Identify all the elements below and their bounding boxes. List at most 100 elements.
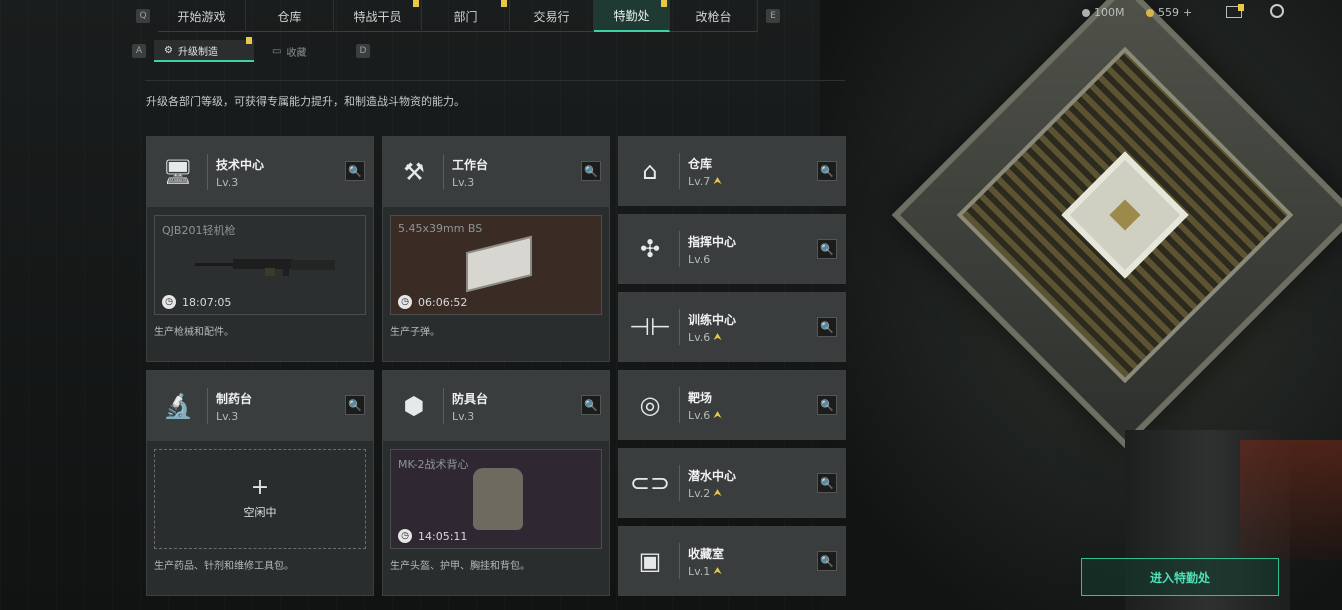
station-level: Lv.3 (216, 175, 239, 189)
coin-resource[interactable]: 559 + (1146, 6, 1192, 19)
nav-next-key[interactable]: E (766, 9, 780, 23)
top-tabs: 开始游戏 仓库 特战干员 部门 交易行 特勤处 改枪台 (158, 0, 758, 32)
tab-1[interactable]: 仓库 (246, 0, 334, 32)
vest-image (473, 468, 523, 530)
tab-3[interactable]: 部门 (422, 0, 510, 32)
station-name: 工作台 (452, 157, 489, 172)
silver-amount: 100M (1094, 6, 1125, 19)
red-glow-art (1240, 440, 1342, 560)
production-slot[interactable]: 5.45x39mm BS ◷ 06:06:52 (390, 215, 602, 315)
station-card-tech[interactable]: 🖥 技术中心 Lv.3 🔍 QJB201轻机枪 ◷ 18:07:05 生产枪械和… (146, 136, 374, 362)
subtab-collection[interactable]: ▭ 收藏 (262, 40, 348, 62)
station-description: 生产枪械和配件。 (154, 327, 234, 338)
product-name: QJB201轻机枪 (162, 224, 236, 237)
station-level: Lv.3 (216, 409, 239, 423)
station-name: 防具台 (452, 391, 489, 406)
tab-2[interactable]: 特战干员 (334, 0, 422, 32)
coin-amount: 559 (1158, 6, 1179, 19)
notification-flag (501, 0, 507, 7)
station-card-workbench[interactable]: ⚒ 工作台 Lv.3 🔍 5.45x39mm BS ◷ 06:06:52 生产子… (382, 136, 610, 362)
tab-label: 特战干员 (353, 9, 402, 24)
mail-flag (1238, 4, 1244, 11)
room-card[interactable]: ⊣⊢ 训练中心 Lv.6 ⮝ 🔍 (618, 292, 846, 362)
tab-label: 特勤处 (613, 8, 650, 23)
cubes-icon: ⬢ (403, 392, 425, 420)
machine-gun-image (195, 259, 335, 276)
silver-icon (1082, 8, 1090, 17)
tab-5[interactable]: 特勤处 (594, 0, 670, 32)
room-card[interactable]: ✣ 指挥中心 Lv.6 🔍 (618, 214, 846, 284)
notification-flag (661, 0, 667, 7)
goggles-icon: ⊂⊃ (629, 469, 671, 497)
ammo-box-image (466, 235, 532, 293)
nav-prev-key[interactable]: Q (136, 9, 150, 23)
upgrade-arrow-icon: ⮝ (713, 409, 722, 421)
upgrade-arrow-icon: ⮝ (713, 565, 722, 577)
room-level: Lv.6 ⮝ (688, 330, 722, 344)
subtab-upgrade[interactable]: ⚙ 升级制造 (154, 37, 254, 62)
station-description: 生产头盔、护甲、胸挂和背包。 (390, 561, 530, 572)
subtab-flag (246, 37, 252, 44)
enter-special-ops-button[interactable]: 进入特勤处 (1081, 558, 1279, 596)
station-card-pharmacy[interactable]: 🔬 制药台 Lv.3 🔍 + 空闲中 生产药品、针剂和维修工具包。 (146, 370, 374, 596)
divider (145, 80, 845, 81)
coin-icon (1146, 8, 1154, 17)
room-name: 指挥中心 (688, 234, 737, 249)
sub-prev-key[interactable]: A (132, 44, 146, 58)
room-level: Lv.6 ⮝ (688, 408, 722, 422)
command-icon: ✣ (639, 235, 661, 263)
product-name: 5.45x39mm BS (398, 222, 483, 235)
settings-icon[interactable] (1270, 4, 1284, 18)
search-icon[interactable]: 🔍 (581, 161, 601, 181)
room-card[interactable]: ◎ 靶场 Lv.6 ⮝ 🔍 (618, 370, 846, 440)
search-icon[interactable]: 🔍 (817, 239, 837, 259)
search-icon[interactable]: 🔍 (345, 395, 365, 415)
search-icon[interactable]: 🔍 (817, 473, 837, 493)
idle-label: 空闲中 (243, 506, 277, 519)
room-level: Lv.6 (688, 252, 711, 266)
notification-flag (413, 0, 419, 7)
room-level: Lv.7 ⮝ (688, 174, 722, 188)
room-card[interactable]: ⌂ 仓库 Lv.7 ⮝ 🔍 (618, 136, 846, 206)
room-card[interactable]: ▣ 收藏室 Lv.1 ⮝ 🔍 (618, 526, 846, 596)
clock-icon: ◷ (398, 529, 412, 543)
warehouse-icon: ⌂ (642, 157, 658, 185)
subtab-collection-label: 收藏 (286, 47, 307, 59)
production-timer: ◷ 14:05:11 (398, 529, 467, 543)
search-icon[interactable]: 🔍 (817, 551, 837, 571)
tab-label: 部门 (453, 9, 478, 24)
collection-tab-icon: ▭ (272, 45, 282, 57)
tab-6[interactable]: 改枪台 (670, 0, 758, 32)
room-name: 潜水中心 (688, 468, 737, 483)
room-card[interactable]: ⊂⊃ 潜水中心 Lv.2 ⮝ 🔍 (618, 448, 846, 518)
plus-icon: + (250, 475, 270, 500)
tab-label: 交易行 (533, 9, 570, 24)
gear-icon: ⚙ (164, 44, 173, 56)
subtab-upgrade-label: 升级制造 (177, 46, 218, 58)
upgrade-arrow-icon: ⮝ (713, 331, 722, 343)
clock-icon: ◷ (398, 295, 412, 309)
station-level: Lv.3 (452, 175, 475, 189)
tab-0[interactable]: 开始游戏 (158, 0, 246, 32)
target-icon: ◎ (639, 391, 661, 419)
upgrade-arrow-icon: ⮝ (713, 487, 722, 499)
tab-4[interactable]: 交易行 (510, 0, 594, 32)
production-timer: ◷ 18:07:05 (162, 295, 231, 309)
station-name: 技术中心 (216, 157, 265, 172)
search-icon[interactable]: 🔍 (345, 161, 365, 181)
room-name: 靶场 (688, 390, 713, 405)
search-icon[interactable]: 🔍 (817, 161, 837, 181)
station-description: 生产药品、针剂和维修工具包。 (154, 561, 294, 572)
search-icon[interactable]: 🔍 (581, 395, 601, 415)
tab-label: 仓库 (277, 9, 302, 24)
search-icon[interactable]: 🔍 (817, 395, 837, 415)
sub-next-key[interactable]: D (356, 44, 370, 58)
idle-production-slot[interactable]: + 空闲中 (154, 449, 366, 549)
room-name: 训练中心 (688, 312, 737, 327)
production-slot[interactable]: QJB201轻机枪 ◷ 18:07:05 (154, 215, 366, 315)
add-coin-icon[interactable]: + (1183, 6, 1192, 19)
room-level: Lv.1 ⮝ (688, 564, 722, 578)
production-slot[interactable]: MK-2战术背心 ◷ 14:05:11 (390, 449, 602, 549)
search-icon[interactable]: 🔍 (817, 317, 837, 337)
station-card-armor[interactable]: ⬢ 防具台 Lv.3 🔍 MK-2战术背心 ◷ 14:05:11 生产头盔、护甲… (382, 370, 610, 596)
